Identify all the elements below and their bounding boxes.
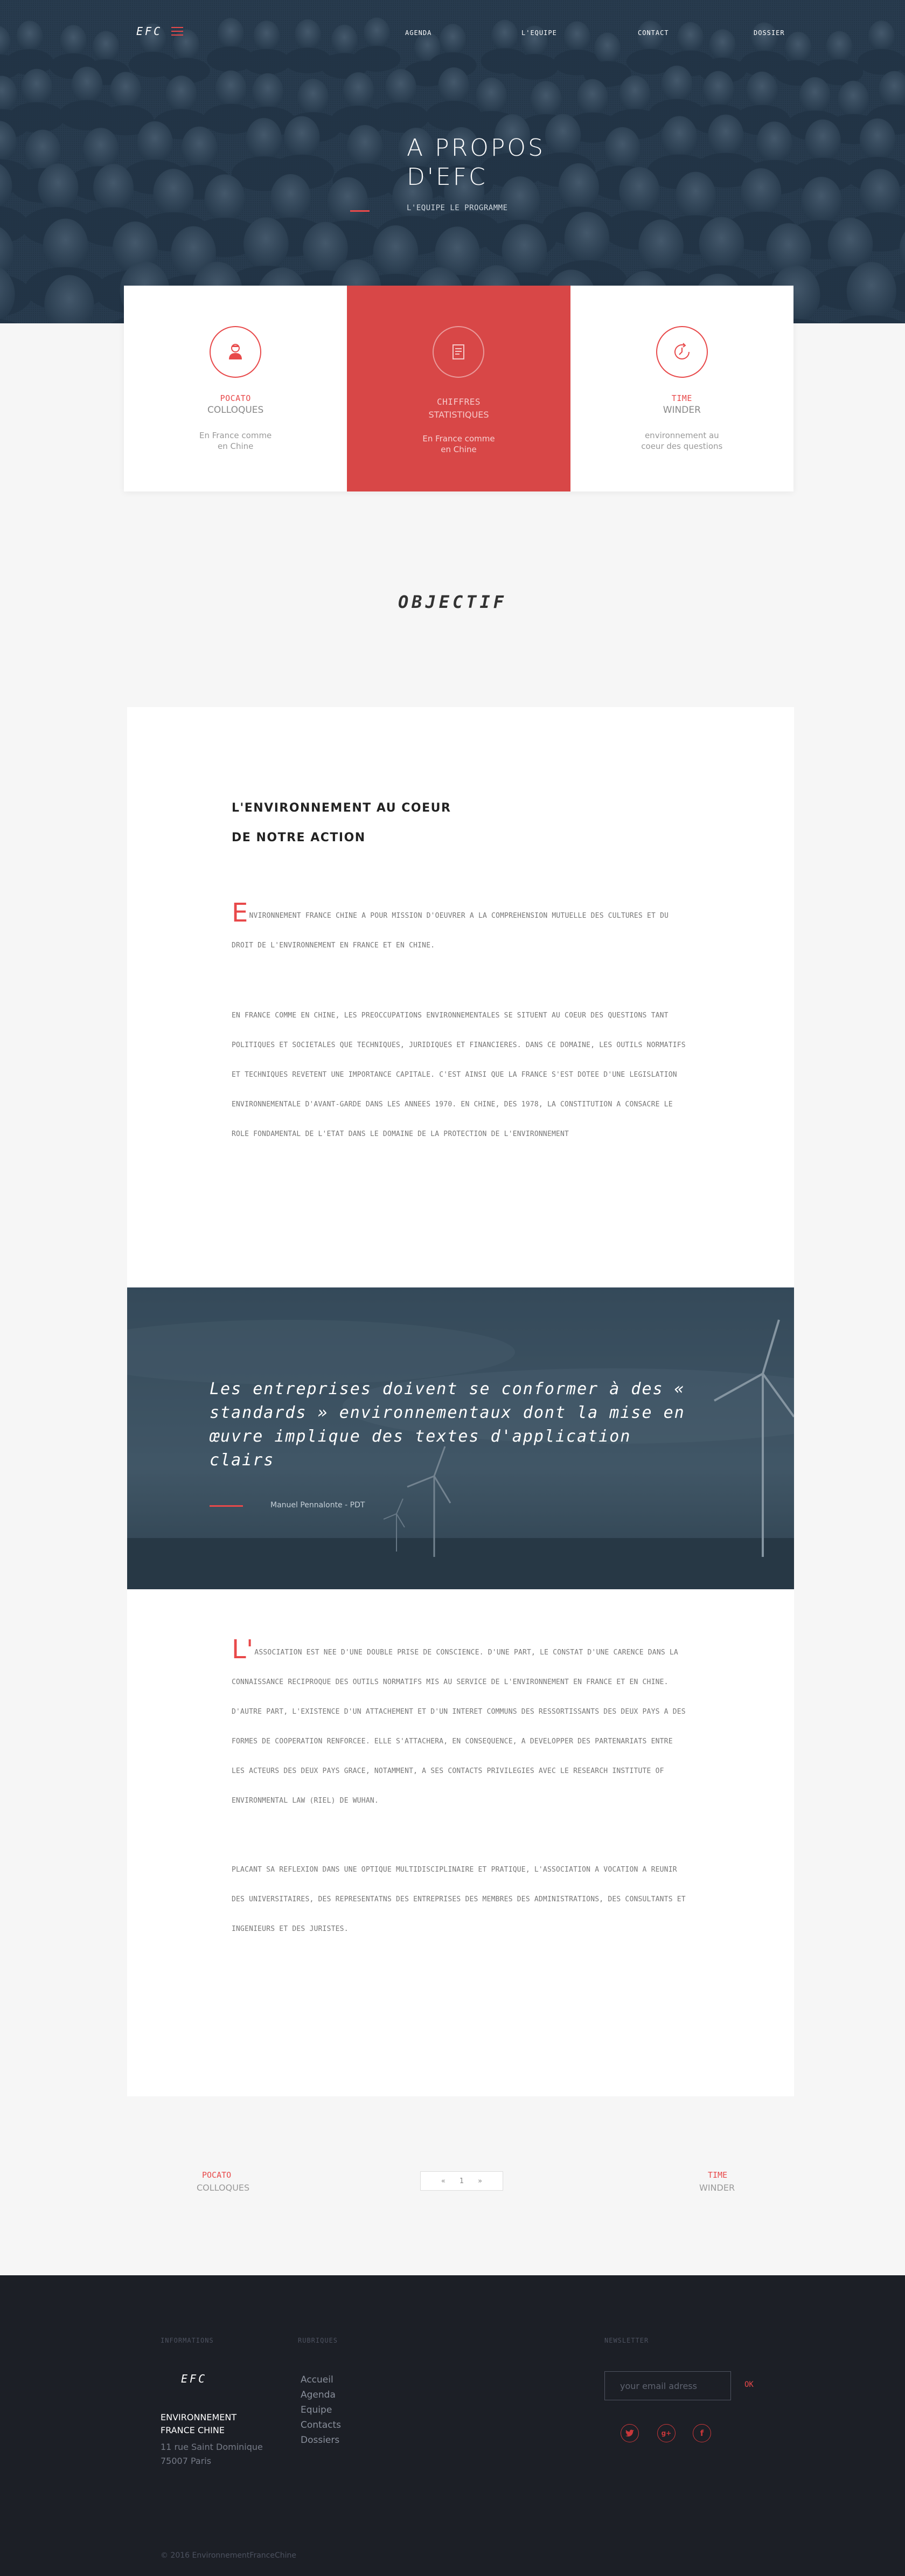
nav-link-equipe[interactable]: L'EQUIPE — [521, 29, 557, 37]
article-paragraph-1: E NVIRONNEMENT FRANCE CHINE A POUR MISSIO… — [232, 898, 669, 950]
drop-cap: L' — [232, 1635, 254, 1665]
card-title: CHIFFRES — [436, 397, 481, 407]
footer-heading-newsletter: NEWSLETTER — [604, 2337, 649, 2344]
newsletter-submit-button[interactable]: OK — [744, 2380, 754, 2389]
quote-author: Manuel Pennalonte - PDT — [270, 1501, 365, 1509]
footer-heading-informations: INFORMATIONS — [161, 2337, 214, 2344]
card-subtitle: STATISTIQUES — [428, 410, 489, 420]
next-article-subtitle[interactable]: WINDER — [699, 2183, 735, 2193]
feature-card-statistiques[interactable]: CHIFFRES STATISTIQUES En France comme en… — [347, 286, 570, 491]
card-subtitle: WINDER — [663, 405, 701, 416]
card-subtitle: COLLOQUES — [207, 405, 264, 416]
hero-accent-line — [350, 210, 370, 212]
copyright: © 2016 EnvironnementFranceChine — [161, 2551, 296, 2560]
footer: INFORMATIONS RUBRIQUES NEWSLETTER EFC EN… — [0, 2275, 905, 2576]
feature-cards: POCATO COLLOQUES En France comme en Chin… — [124, 286, 793, 491]
nav-link-contact[interactable]: CONTACT — [638, 29, 669, 37]
menu-icon[interactable] — [171, 27, 183, 36]
section-title-objectif: OBJECTIF — [398, 592, 507, 612]
pagination-current-page[interactable]: 1 — [460, 2177, 464, 2185]
article-body: L'ENVIRONNEMENT AU COEUR DE NOTRE ACTION… — [127, 707, 794, 2096]
hero-subtitle: L'EQUIPE LE PROGRAMME — [407, 204, 508, 212]
prev-article-subtitle[interactable]: COLLOQUES — [197, 2183, 249, 2193]
card-description: En France comme en Chine — [199, 431, 272, 451]
footer-link-dossiers[interactable]: Dossiers — [301, 2433, 341, 2448]
footer-links: Accueil Agenda Equipe Contacts Dossiers — [301, 2372, 341, 2448]
footer-heading-rubriques: RUBRIQUES — [298, 2337, 338, 2344]
footer-link-accueil[interactable]: Accueil — [301, 2372, 341, 2387]
quote-accent-line — [210, 1505, 243, 1507]
pull-quote: Les entreprises doivent se conformer à d… — [210, 1380, 685, 1470]
card-title: TIME — [671, 393, 692, 403]
feature-card-colloques[interactable]: POCATO COLLOQUES En France comme en Chin… — [124, 286, 347, 491]
footer-link-agenda[interactable]: Agenda — [301, 2387, 341, 2402]
footer-logo[interactable]: EFC — [181, 2372, 207, 2385]
card-title: POCATO — [220, 393, 251, 403]
person-icon — [210, 326, 262, 378]
drop-cap: E — [232, 898, 248, 928]
article-paragraph-2: EN FRANCE COMME EN CHINE, LES PREOCCUPAT… — [232, 1012, 686, 1138]
pagination-prev[interactable]: « — [441, 2177, 445, 2185]
facebook-icon[interactable]: f — [693, 2424, 711, 2442]
article-paragraph-3: L' ASSOCIATION EST NEE D'UNE DOUBLE PRISE… — [232, 1635, 686, 1805]
clock-icon — [656, 326, 708, 378]
prev-article-title[interactable]: POCATO — [202, 2170, 231, 2180]
pagination-next[interactable]: » — [478, 2177, 482, 2185]
google-plus-icon[interactable]: g+ — [657, 2424, 676, 2442]
newsletter-email-input[interactable] — [604, 2371, 731, 2400]
logo[interactable]: EFC — [136, 25, 162, 38]
footer-link-contacts[interactable]: Contacts — [301, 2418, 341, 2433]
document-icon — [433, 326, 485, 378]
feature-card-winder[interactable]: TIME WINDER environnement au coeur des q… — [570, 286, 793, 491]
page-title: A PROPOS D'EFC — [407, 134, 545, 191]
next-article-title[interactable]: TIME — [708, 2170, 727, 2180]
nav-link-dossier[interactable]: DOSSIER — [754, 29, 785, 37]
footer-address: 11 rue Saint Dominique 75007 Paris — [161, 2442, 263, 2466]
footer-organization-name: ENVIRONNEMENT FRANCE CHINE — [161, 2412, 237, 2435]
twitter-icon[interactable] — [621, 2424, 639, 2442]
article-paragraph-4: PLACANT SA REFLEXION DANS UNE OPTIQUE MU… — [232, 1866, 686, 1933]
card-description: environnement au coeur des questions — [641, 431, 723, 451]
card-description: En France comme en Chine — [422, 434, 495, 454]
nav-link-agenda[interactable]: AGENDA — [405, 29, 431, 37]
quote-banner: Les entreprises doivent se conformer à d… — [127, 1287, 794, 1589]
pagination: « 1 » — [420, 2171, 503, 2191]
hero-banner: EFC AGENDA L'EQUIPE CONTACT DOSSIER A PR… — [0, 0, 905, 323]
article-heading: L'ENVIRONNEMENT AU COEUR DE NOTRE ACTION — [232, 801, 451, 844]
main-navigation: EFC AGENDA L'EQUIPE CONTACT DOSSIER — [0, 22, 905, 43]
footer-link-equipe[interactable]: Equipe — [301, 2402, 341, 2418]
